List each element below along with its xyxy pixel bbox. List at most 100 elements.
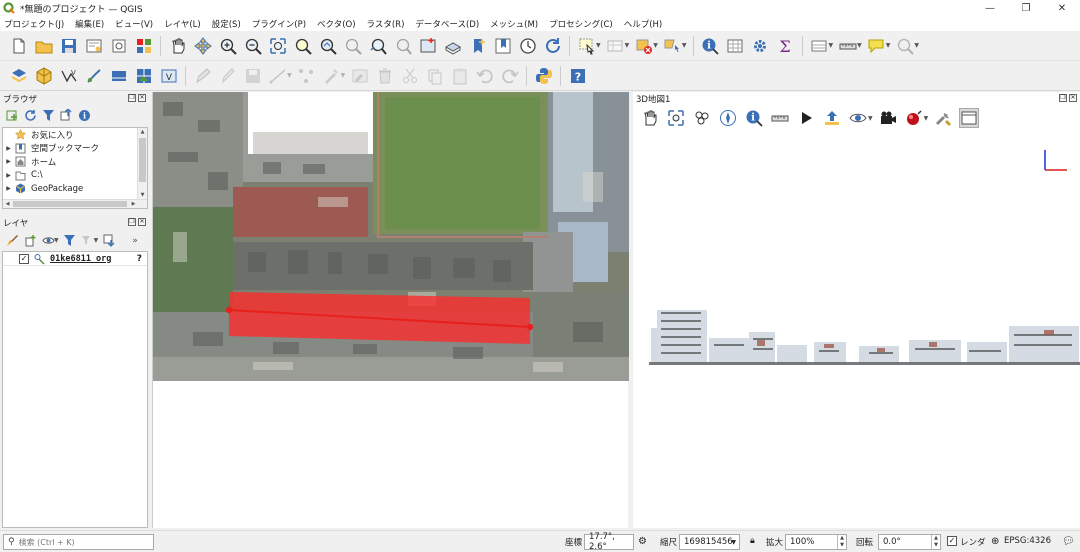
select-by-location-icon[interactable] [662, 36, 682, 56]
menu-help[interactable]: ヘルプ(H) [624, 18, 663, 30]
filter-legend-expression-icon[interactable] [80, 233, 95, 248]
new-print-layout-icon[interactable] [84, 36, 104, 56]
menu-edit[interactable]: 編集(E) [75, 18, 104, 30]
open-attribute-table-icon[interactable] [725, 36, 745, 56]
expand-arrow-icon[interactable]: ▶ [3, 172, 14, 179]
zoom-to-layer-icon[interactable] [318, 36, 338, 56]
measure-line-icon[interactable] [838, 36, 858, 56]
expand-arrow-icon[interactable]: ▶ [3, 145, 14, 152]
close-panel-button[interactable]: ✕ [1069, 94, 1077, 102]
delete-selected-icon[interactable] [375, 66, 395, 86]
expand-all-icon[interactable] [102, 233, 117, 248]
3d-docked-toggle-icon[interactable] [959, 108, 980, 128]
properties-icon[interactable]: i [77, 108, 92, 123]
select-features-icon[interactable] [577, 36, 597, 56]
new-project-icon[interactable] [9, 36, 29, 56]
python-console-icon[interactable] [534, 66, 554, 86]
lock-scale-icon[interactable]: 🔒︎ [750, 536, 755, 546]
messages-icon[interactable]: 💬︎ [1062, 536, 1075, 547]
layer-styling-icon[interactable] [5, 233, 20, 248]
filter-browser-icon[interactable] [41, 108, 56, 123]
zoom-in-icon[interactable] [218, 36, 238, 56]
refresh-browser-icon[interactable] [23, 108, 38, 123]
float-panel-button[interactable]: ❐ [1059, 94, 1067, 102]
close-button[interactable]: ✕ [1044, 0, 1080, 16]
browser-item-c-drive[interactable]: ▶ C:\ [3, 169, 138, 183]
menu-mesh[interactable]: メッシュ(M) [490, 18, 538, 30]
3d-measure-icon[interactable] [770, 108, 790, 128]
digitize-line-icon[interactable] [268, 66, 288, 86]
menu-project[interactable]: プロジェクト(J) [4, 18, 64, 30]
add-wms-layer-icon[interactable] [109, 66, 129, 86]
toggle-editing-icon[interactable] [193, 66, 213, 86]
3d-animation-play-icon[interactable] [796, 108, 816, 128]
3d-export-icon[interactable] [822, 108, 842, 128]
menu-vector[interactable]: ベクタ(O) [317, 18, 355, 30]
paste-features-icon[interactable] [450, 66, 470, 86]
3d-identify-icon[interactable]: i [744, 108, 764, 128]
browser-item-home[interactable]: ▶ ホーム [3, 155, 138, 169]
layer-visibility-checkbox[interactable]: ✓ [19, 253, 29, 264]
scale-dropdown-icon[interactable]: ▼ [731, 539, 736, 546]
refresh-icon[interactable] [543, 36, 563, 56]
locator-search-input[interactable]: ⚲ 検索 (Ctrl + K) [3, 534, 154, 550]
identify-features-icon[interactable]: i [700, 36, 720, 56]
add-virtual-layer-icon[interactable]: V [159, 66, 179, 86]
cut-features-icon[interactable] [400, 66, 420, 86]
zoom-to-selection-icon[interactable] [293, 36, 313, 56]
new-geopackage-layer-icon[interactable] [34, 66, 54, 86]
3d-terrain-icon[interactable] [692, 108, 712, 128]
temporal-controller-icon[interactable] [518, 36, 538, 56]
minimize-button[interactable]: — [972, 0, 1008, 16]
layer-item[interactable]: ✓ 01ke6811_org ? [3, 252, 147, 266]
profile-end-point[interactable] [526, 323, 534, 331]
browser-vertical-scrollbar[interactable]: ▲ ▼ [137, 128, 147, 200]
rotation-spinner[interactable]: ▲ ▼ [931, 535, 940, 549]
vertex-tool-icon[interactable] [296, 66, 316, 86]
3d-configure-icon[interactable] [933, 108, 953, 128]
layout-manager-icon[interactable] [109, 36, 129, 56]
new-map-view-icon[interactable] [418, 36, 438, 56]
locator-search-icon[interactable] [895, 36, 915, 56]
menu-processing[interactable]: プロセシング(C) [549, 18, 613, 30]
add-vector-layer-icon[interactable]: V [59, 66, 79, 86]
3d-compass-icon[interactable] [718, 108, 738, 128]
expand-arrow-icon[interactable]: ▶ [3, 158, 14, 165]
attribute-table-dropdown-icon[interactable] [809, 36, 829, 56]
redo-icon[interactable] [500, 66, 520, 86]
render-checkbox[interactable]: ✓ [947, 536, 957, 546]
menu-settings[interactable]: 設定(S) [212, 18, 241, 30]
save-project-icon[interactable] [59, 36, 79, 56]
magnify-spinner[interactable]: ▲ ▼ [837, 535, 846, 549]
float-panel-button[interactable]: ❐ [128, 218, 136, 226]
map-tips-icon[interactable] [866, 36, 886, 56]
close-panel-button[interactable]: ✕ [138, 94, 146, 102]
float-panel-button[interactable]: ❐ [128, 94, 136, 102]
menu-database[interactable]: データベース(D) [415, 18, 479, 30]
maximize-button[interactable]: ❐ [1008, 0, 1044, 16]
browser-horizontal-scrollbar[interactable]: ◀ ▶ [3, 199, 147, 208]
zoom-out-icon[interactable] [243, 36, 263, 56]
layer-help-icon[interactable]: ? [137, 254, 142, 264]
new-3d-map-view-icon[interactable] [443, 36, 463, 56]
3d-pan-icon[interactable] [640, 108, 660, 128]
browser-item-geopackage[interactable]: ▶ GeoPackage [3, 182, 138, 196]
help-contents-icon[interactable]: ? [568, 66, 588, 86]
crs-button[interactable]: EPSG:4326 [1004, 536, 1051, 546]
3d-zoom-full-icon[interactable] [666, 108, 686, 128]
zoom-last-icon[interactable] [368, 36, 388, 56]
open-project-icon[interactable] [34, 36, 54, 56]
browser-item-favorites[interactable]: お気に入り [3, 128, 138, 142]
edit-table-icon[interactable] [350, 66, 370, 86]
3d-effects-icon[interactable] [904, 108, 924, 128]
scale-field[interactable]: 169815456 ▼ [679, 534, 740, 550]
modify-attributes-icon[interactable] [321, 66, 341, 86]
map-canvas[interactable] [152, 92, 629, 528]
toggle-extents-icon[interactable]: ⚙ [638, 536, 647, 547]
coordinate-field[interactable]: 17.7°, 2.6° [584, 532, 634, 552]
processing-toolbox-icon[interactable] [750, 36, 770, 56]
copy-features-icon[interactable] [425, 66, 445, 86]
add-selected-layers-icon[interactable] [5, 108, 20, 123]
add-delimited-text-icon[interactable] [84, 66, 104, 86]
filter-legend-icon[interactable] [62, 233, 77, 248]
